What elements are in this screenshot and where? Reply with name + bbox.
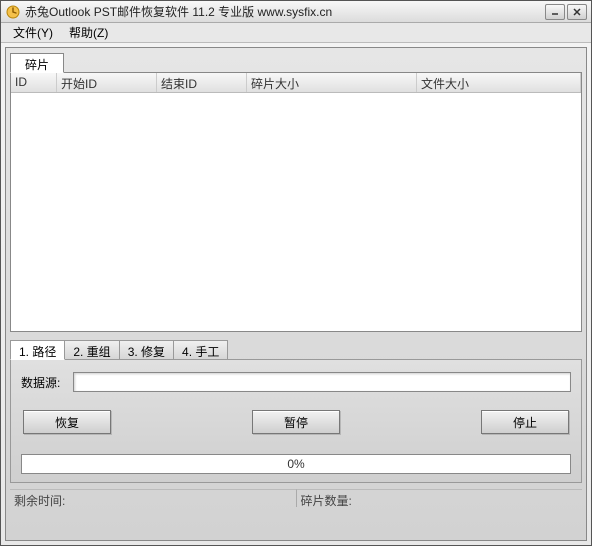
fragment-table: ID 开始ID 结束ID 碎片大小 文件大小 [10, 72, 582, 332]
tab-manual[interactable]: 4. 手工 [173, 340, 228, 360]
statusbar: 剩余时间: 碎片数量: [10, 489, 582, 507]
menu-file[interactable]: 文件(Y) [5, 22, 61, 43]
window-controls [545, 4, 587, 20]
progress-bar: 0% [21, 454, 571, 474]
pause-button[interactable]: 暂停 [252, 410, 340, 434]
table-body [11, 93, 581, 331]
lower-panel: 数据源: 恢复 暂停 停止 0% [10, 359, 582, 483]
tab-reassemble[interactable]: 2. 重组 [64, 340, 119, 360]
col-frag-size[interactable]: 碎片大小 [247, 73, 417, 92]
status-remaining: 剩余时间: [10, 489, 296, 507]
status-frag-count: 碎片数量: [296, 489, 583, 507]
button-row: 恢复 暂停 停止 [21, 410, 571, 434]
lower-tabstrip: 1. 路径 2. 重组 3. 修复 4. 手工 [10, 340, 582, 360]
stop-button[interactable]: 停止 [481, 410, 569, 434]
col-file-size[interactable]: 文件大小 [417, 73, 581, 92]
app-icon [5, 4, 21, 20]
source-input[interactable] [73, 372, 571, 392]
source-row: 数据源: [21, 372, 571, 392]
minimize-button[interactable] [545, 4, 565, 20]
upper-tabstrip: 碎片 [10, 52, 582, 72]
close-button[interactable] [567, 4, 587, 20]
source-label: 数据源: [21, 374, 73, 391]
tab-fragments[interactable]: 碎片 [10, 53, 64, 73]
client-area: 碎片 ID 开始ID 结束ID 碎片大小 文件大小 1. 路径 2. 重组 3.… [5, 47, 587, 541]
main-window: 赤兔Outlook PST邮件恢复软件 11.2 专业版 www.sysfix.… [0, 0, 592, 546]
titlebar: 赤兔Outlook PST邮件恢复软件 11.2 专业版 www.sysfix.… [1, 1, 591, 23]
progress-text: 0% [287, 457, 304, 471]
tab-path[interactable]: 1. 路径 [10, 340, 65, 360]
window-title: 赤兔Outlook PST邮件恢复软件 11.2 专业版 www.sysfix.… [25, 3, 545, 20]
table-header: ID 开始ID 结束ID 碎片大小 文件大小 [11, 73, 581, 93]
tab-repair[interactable]: 3. 修复 [119, 340, 174, 360]
col-end-id[interactable]: 结束ID [157, 73, 247, 92]
col-id[interactable]: ID [11, 73, 57, 92]
menu-help[interactable]: 帮助(Z) [61, 22, 116, 43]
recover-button[interactable]: 恢复 [23, 410, 111, 434]
col-start-id[interactable]: 开始ID [57, 73, 157, 92]
menubar: 文件(Y) 帮助(Z) [1, 23, 591, 43]
